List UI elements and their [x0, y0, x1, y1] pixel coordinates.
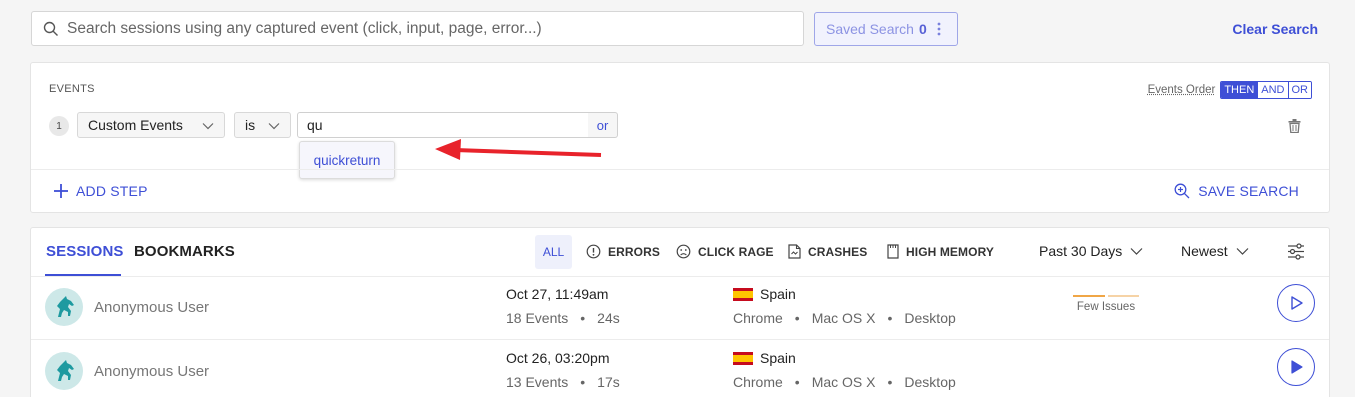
event-type-value: Custom Events: [88, 117, 183, 133]
memory-card-icon: [887, 244, 899, 259]
event-value-input[interactable]: [297, 112, 589, 138]
session-search-input[interactable]: [67, 19, 767, 38]
filter-click-rage[interactable]: CLICK RAGE: [676, 244, 774, 259]
session-country: Spain: [733, 350, 796, 366]
order-then-option[interactable]: THEN: [1221, 82, 1258, 98]
events-order-toggle: THEN AND OR: [1220, 81, 1312, 99]
chevron-down-icon: [1130, 248, 1143, 255]
filter-crashes[interactable]: CRASHES: [788, 244, 867, 259]
session-country: Spain: [733, 286, 796, 302]
issues-label: Few Issues: [1076, 301, 1136, 313]
events-order-label: Events Order: [1147, 84, 1216, 96]
session-date: Oct 27, 11:49am: [506, 286, 609, 302]
session-date: Oct 26, 03:20pm: [506, 350, 610, 366]
event-type-dropdown[interactable]: Custom Events: [77, 112, 225, 138]
filter-errors[interactable]: ERRORS: [586, 244, 660, 259]
file-crash-icon: [788, 244, 801, 259]
horse-avatar-icon: [57, 360, 74, 381]
browser-name: Chrome: [733, 374, 783, 390]
session-meta: 18 Events • 24s: [506, 310, 620, 326]
saved-search-count: 0: [918, 21, 927, 37]
zoom-plus-icon: [1174, 183, 1190, 199]
issues-bars: [1073, 295, 1139, 297]
period-value: Past 30 Days: [1039, 243, 1123, 259]
session-meta: 13 Events • 17s: [506, 374, 620, 390]
sort-value: Newest: [1181, 243, 1228, 259]
session-duration: 24s: [597, 310, 620, 326]
chevron-down-icon: [268, 123, 280, 130]
filter-errors-label: ERRORS: [608, 244, 660, 259]
or-button[interactable]: or: [588, 112, 618, 138]
order-and-option[interactable]: AND: [1257, 82, 1288, 98]
sort-dropdown[interactable]: Newest: [1181, 243, 1249, 259]
panel-divider: [31, 169, 1329, 170]
autocomplete-suggestion[interactable]: quickreturn: [299, 141, 395, 179]
clear-search-link[interactable]: Clear Search: [1232, 21, 1318, 37]
avatar: [45, 288, 83, 326]
period-dropdown[interactable]: Past 30 Days: [1039, 243, 1143, 259]
saved-search-button[interactable]: Saved Search 0: [814, 12, 958, 46]
play-filled-icon: [1291, 360, 1303, 374]
error-circle-icon: [586, 244, 601, 259]
horse-avatar-icon: [57, 296, 74, 317]
user-name[interactable]: Anonymous User: [94, 299, 209, 316]
session-search-box[interactable]: [31, 11, 804, 46]
play-outline-icon: [1291, 296, 1303, 310]
frown-face-icon: [676, 244, 691, 259]
events-section-label: EVENTS: [49, 83, 95, 95]
tab-bookmarks[interactable]: BOOKMARKS: [134, 243, 235, 260]
chevron-down-icon: [202, 123, 214, 130]
events-order-control: Events Order THEN AND OR: [1148, 81, 1312, 99]
session-tech: Chrome • Mac OS X • Desktop: [733, 310, 956, 326]
session-tech: Chrome • Mac OS X • Desktop: [733, 374, 956, 390]
user-name[interactable]: Anonymous User: [94, 363, 209, 380]
device-type: Desktop: [904, 374, 956, 390]
step-number-badge: 1: [49, 116, 69, 136]
trash-icon[interactable]: [1288, 119, 1301, 133]
add-step-button[interactable]: ADD STEP: [53, 183, 148, 199]
vertical-dots-icon[interactable]: [937, 22, 941, 36]
play-button[interactable]: [1277, 284, 1315, 322]
filter-high-memory[interactable]: HIGH MEMORY: [887, 244, 994, 259]
filter-crashes-label: CRASHES: [808, 244, 868, 259]
country-name: Spain: [760, 350, 796, 366]
events-filter-panel: EVENTS Events Order THEN AND OR 1 Custom…: [30, 62, 1330, 213]
event-count: 13 Events: [506, 374, 569, 390]
plus-icon: [54, 184, 68, 198]
chevron-down-icon: [1236, 248, 1249, 255]
operator-value: is: [245, 117, 256, 133]
play-button[interactable]: [1277, 348, 1315, 386]
saved-search-label: Saved Search: [826, 21, 914, 37]
browser-name: Chrome: [733, 310, 783, 326]
save-search-label: SAVE SEARCH: [1198, 183, 1299, 199]
issues-indicator: Few Issues: [1073, 295, 1139, 313]
order-or-option[interactable]: OR: [1287, 82, 1311, 98]
sliders-icon[interactable]: [1287, 243, 1305, 260]
tab-sessions[interactable]: SESSIONS: [46, 243, 124, 260]
filter-all[interactable]: ALL: [535, 235, 572, 269]
operator-dropdown[interactable]: is: [234, 112, 291, 138]
avatar: [45, 352, 83, 390]
spain-flag-icon: [733, 287, 753, 301]
search-icon: [43, 21, 58, 36]
session-row[interactable]: Anonymous User Oct 26, 03:20pm 13 Events…: [31, 340, 1329, 397]
save-search-button[interactable]: SAVE SEARCH: [1174, 183, 1299, 199]
red-annotation-arrow: [435, 139, 602, 160]
event-count: 18 Events: [506, 310, 569, 326]
spain-flag-icon: [733, 351, 753, 365]
device-type: Desktop: [904, 310, 956, 326]
os-name: Mac OS X: [811, 374, 876, 390]
country-name: Spain: [760, 286, 796, 302]
sessions-panel: SESSIONS BOOKMARKS ALL ERRORS CLICK RAGE…: [30, 227, 1330, 397]
filter-high-memory-label: HIGH MEMORY: [906, 244, 994, 259]
os-name: Mac OS X: [811, 310, 876, 326]
filter-click-rage-label: CLICK RAGE: [698, 244, 774, 259]
session-row[interactable]: Anonymous User Oct 27, 11:49am 18 Events…: [31, 276, 1329, 340]
add-step-label: ADD STEP: [76, 183, 148, 199]
session-duration: 17s: [597, 374, 620, 390]
